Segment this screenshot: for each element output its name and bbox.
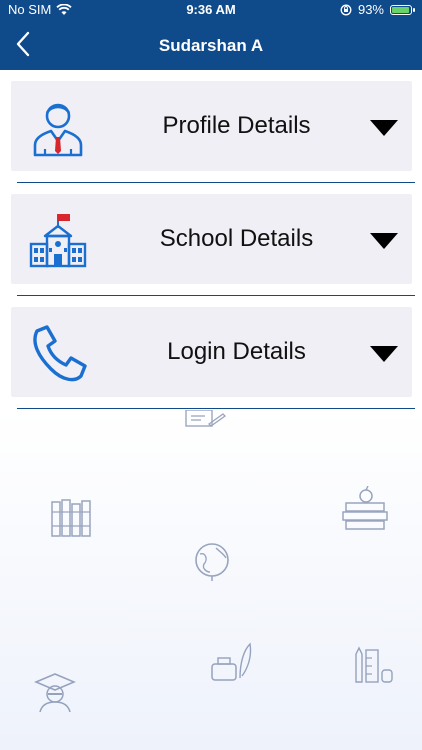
login-details-section: Login Details: [0, 296, 422, 409]
section-divider: [17, 408, 415, 409]
orientation-lock-icon: [340, 4, 352, 15]
school-details-section: School Details: [0, 183, 422, 296]
school-details-card[interactable]: School Details: [11, 194, 412, 284]
globe-doodle-icon: [195, 543, 229, 581]
school-icon: [29, 214, 87, 268]
document-pen-doodle-icon: [185, 410, 227, 427]
login-details-label: Login Details: [167, 338, 306, 365]
status-bar: No SIM 9:36 AM 93%: [0, 0, 422, 20]
page-title: Sudarshan A: [158, 36, 264, 55]
phone-icon: [33, 325, 87, 382]
login-details-card[interactable]: Login Details: [11, 307, 412, 397]
ruler-pencil-doodle-icon: [355, 646, 393, 683]
profile-details-card[interactable]: Profile Details: [11, 81, 412, 171]
profile-details-section: Profile Details: [0, 70, 422, 183]
books-apple-doodle-icon: [342, 486, 388, 530]
content-area: Profile Details School Details Login Det…: [0, 70, 422, 750]
battery-icon: [390, 4, 415, 15]
profile-details-label: Profile Details: [162, 112, 311, 139]
chevron-down-icon[interactable]: [370, 346, 398, 362]
books-doodle-icon: [51, 499, 91, 537]
graduate-doodle-icon: [34, 673, 76, 712]
chevron-down-icon[interactable]: [370, 120, 398, 136]
inkpot-quill-doodle-icon: [211, 642, 252, 681]
top-bar: No SIM 9:36 AM 93% Sudarshan A: [0, 0, 422, 70]
school-details-label: School Details: [159, 225, 314, 252]
person-icon: [33, 103, 83, 157]
battery-percent: 93%: [357, 2, 384, 17]
doodle-background: [0, 410, 422, 750]
chevron-down-icon[interactable]: [370, 233, 398, 249]
